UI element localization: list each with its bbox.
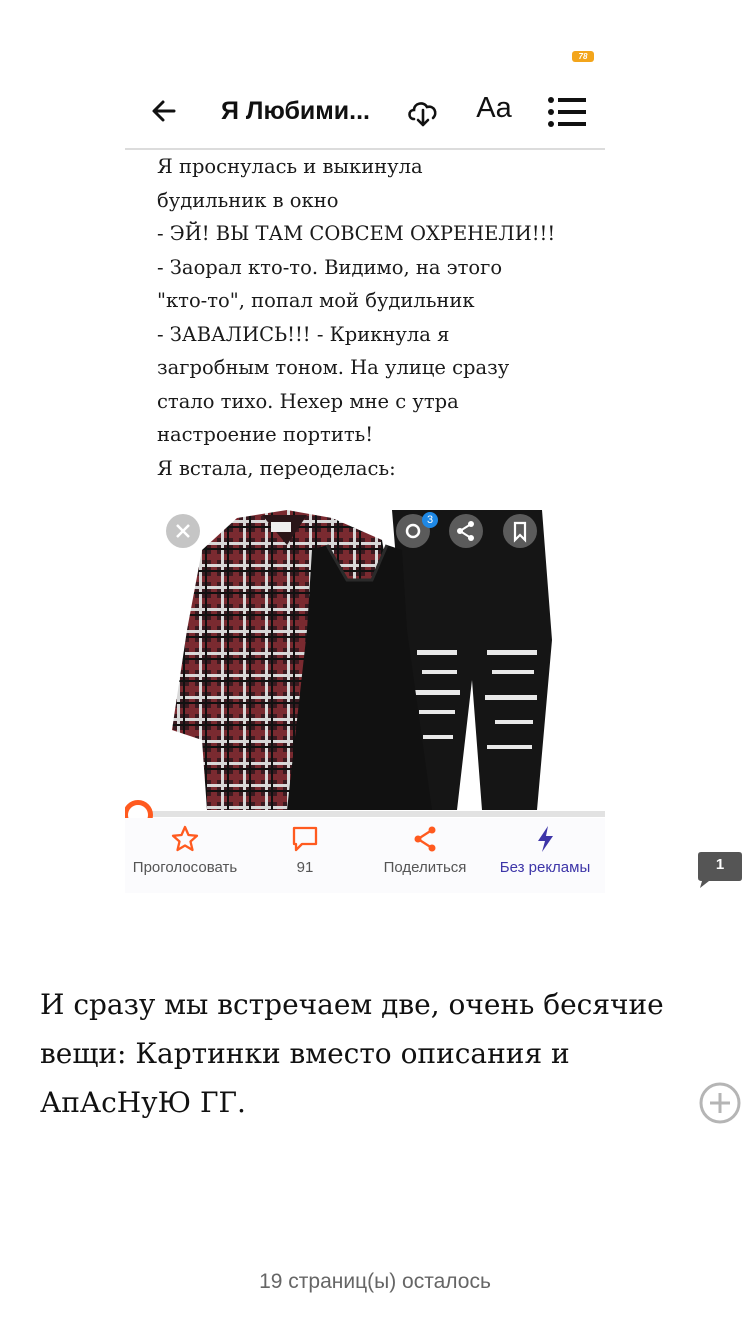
cloud-download-icon[interactable] — [405, 94, 441, 130]
book-title: Я Любими... — [221, 97, 370, 125]
table-of-contents-icon[interactable] — [547, 94, 587, 130]
outfit-image — [167, 510, 557, 815]
reading-progress-bar[interactable] — [125, 811, 605, 817]
font-size-button[interactable]: Aa — [473, 92, 515, 132]
pages-left-text: 19 страниц(ы) осталось — [259, 1270, 491, 1293]
share-button[interactable]: Поделиться — [365, 824, 485, 876]
note-count-badge[interactable]: 1 — [697, 851, 743, 889]
lightning-icon — [538, 826, 553, 852]
share-icon — [414, 826, 436, 852]
story-text: Я проснулась и выкинула будильник в окно… — [157, 155, 556, 480]
comments-button[interactable]: 91 — [245, 824, 365, 876]
action-bar: Проголосовать 91 Поделиться Без рекламы — [125, 818, 605, 893]
close-icon[interactable] — [166, 514, 200, 548]
share-image-icon[interactable] — [449, 514, 483, 548]
comment-icon — [292, 826, 318, 852]
star-icon — [171, 825, 199, 852]
vote-label: Проголосовать — [132, 859, 238, 876]
comment-text: И сразу мы встречаем две, очень бесячие … — [40, 988, 664, 1119]
bookmark-icon[interactable] — [503, 514, 537, 548]
plus-icon[interactable] — [698, 1081, 742, 1125]
no-ads-button[interactable]: Без рекламы — [485, 824, 605, 876]
share-label: Поделиться — [383, 859, 467, 876]
comments-count: 91 — [296, 859, 314, 876]
vote-button[interactable]: Проголосовать — [125, 824, 245, 876]
no-ads-label: Без рекламы — [499, 859, 591, 876]
reader-toolbar: Я Любими... Aa — [125, 78, 605, 150]
reader-screenshot: Я Любими... Aa Я проснулась и выкинула б… — [125, 78, 605, 893]
back-arrow-icon[interactable] — [147, 94, 181, 128]
battery-indicator: 78 — [572, 51, 594, 62]
image-count-badge: 3 — [422, 512, 438, 528]
note-count: 1 — [715, 856, 725, 873]
